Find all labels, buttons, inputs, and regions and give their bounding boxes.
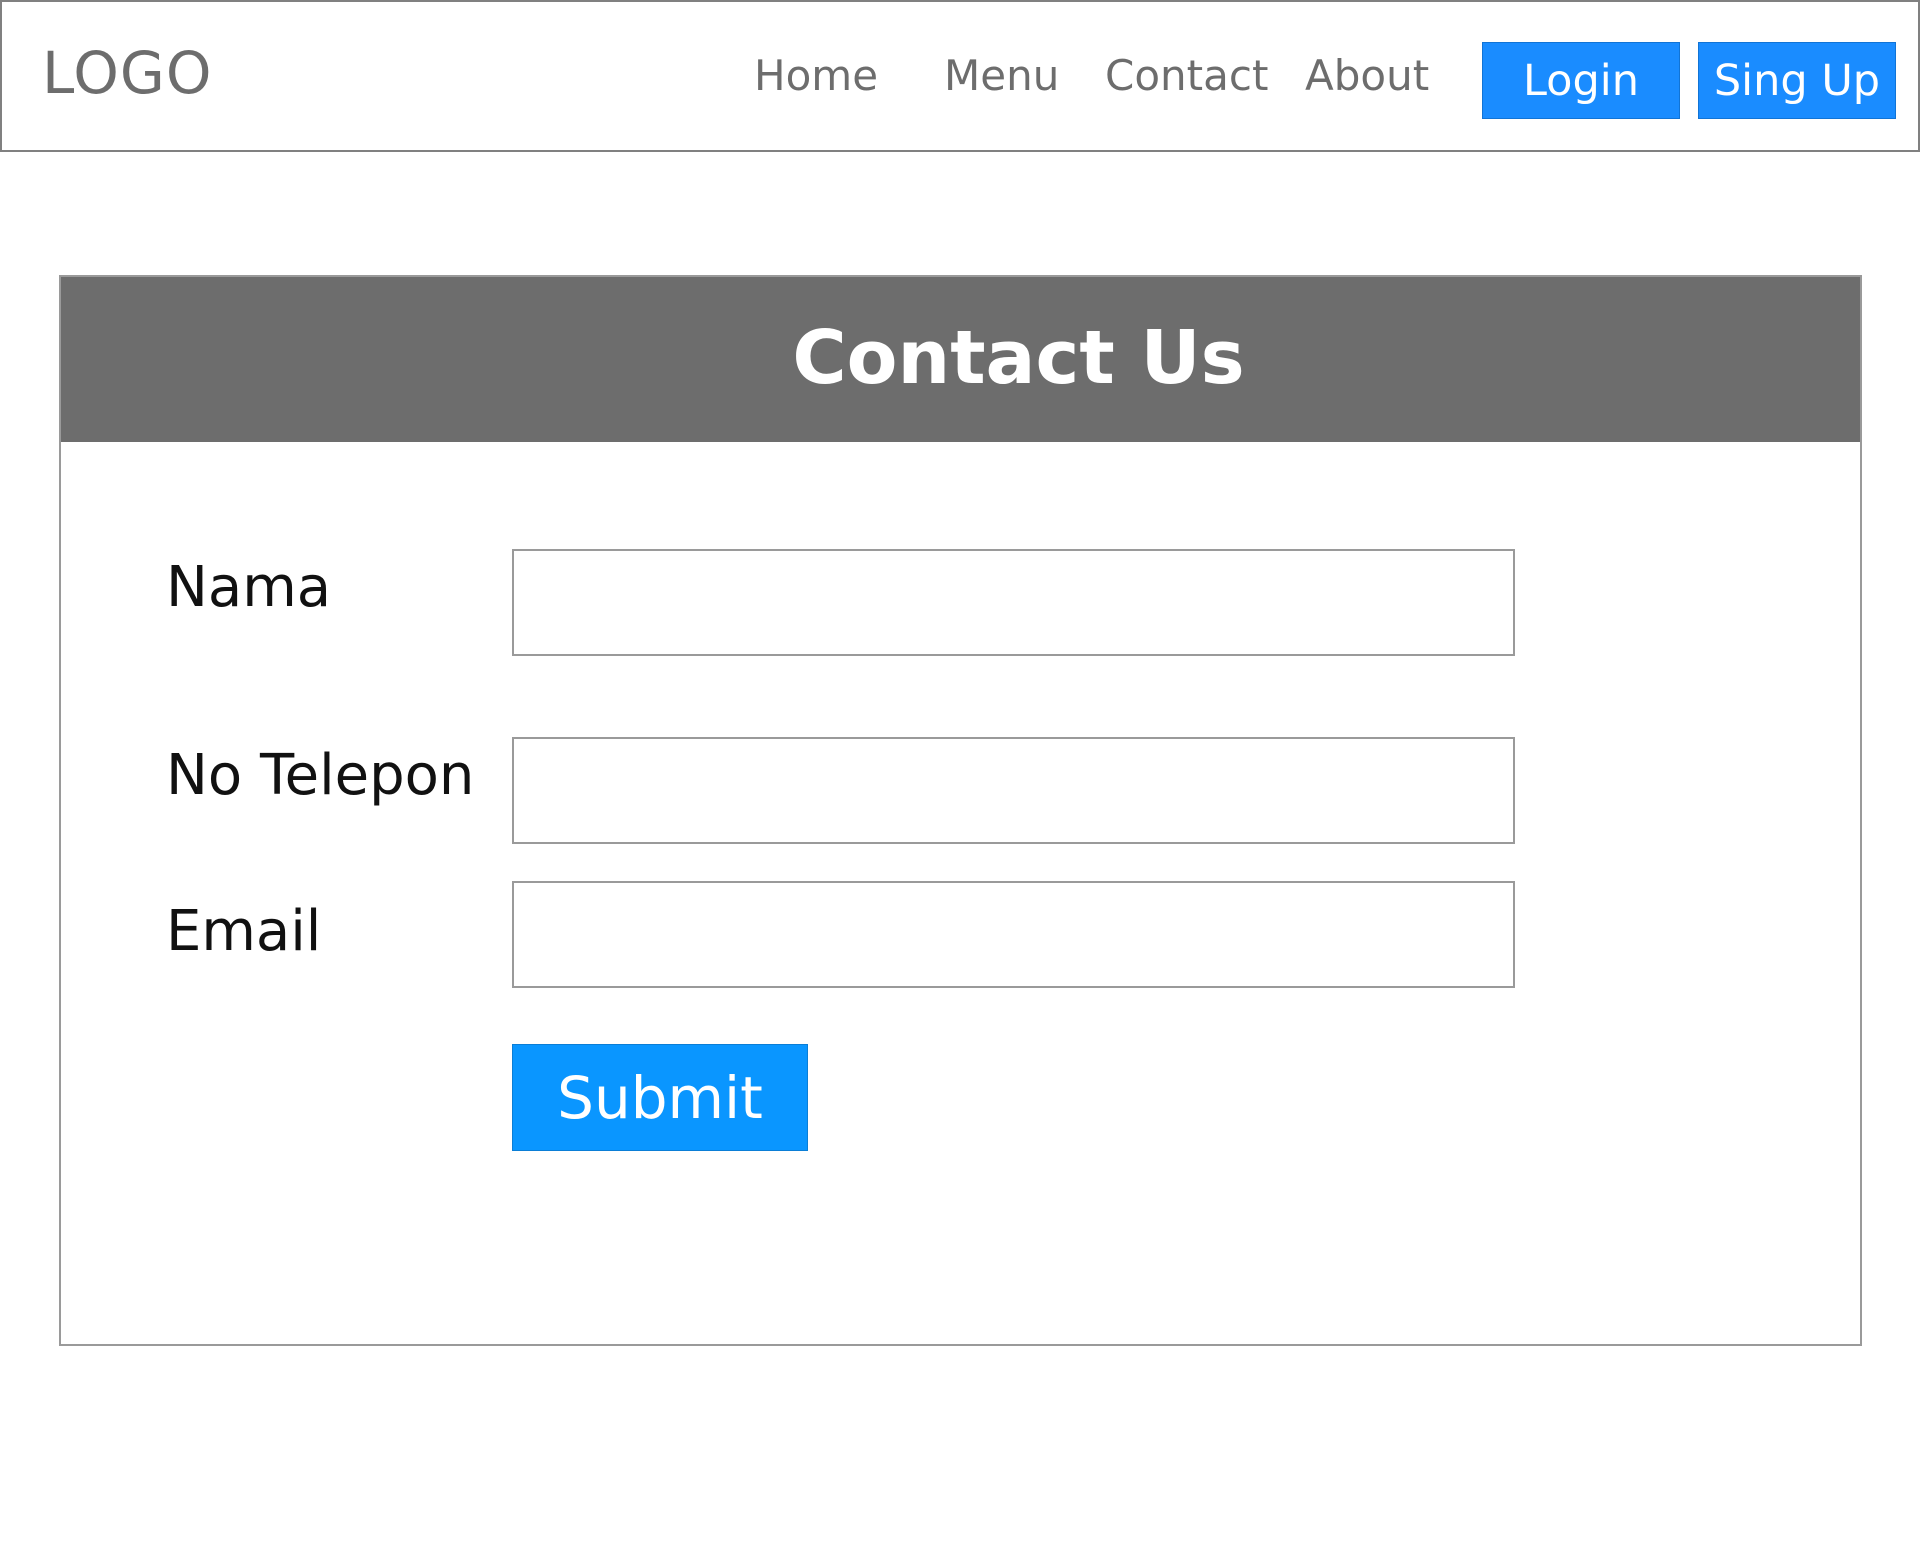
contact-form-header: Contact Us bbox=[61, 277, 1860, 442]
phone-input[interactable] bbox=[512, 737, 1515, 844]
name-input[interactable] bbox=[512, 549, 1515, 656]
page-title: Contact Us bbox=[792, 315, 1245, 401]
signup-button[interactable]: Sing Up bbox=[1698, 42, 1896, 119]
nav-link-contact[interactable]: Contact bbox=[1105, 55, 1268, 97]
phone-label: No Telepon bbox=[166, 743, 475, 808]
email-input[interactable] bbox=[512, 881, 1515, 988]
nav-link-about[interactable]: About bbox=[1305, 55, 1429, 97]
logo[interactable]: LOGO bbox=[42, 44, 213, 102]
contact-form-card: Contact Us Nama No Telepon Email Submit bbox=[59, 275, 1862, 1346]
email-label: Email bbox=[166, 899, 322, 964]
top-navbar: LOGO Home Menu Contact About Login Sing … bbox=[0, 0, 1920, 152]
submit-button[interactable]: Submit bbox=[512, 1044, 808, 1151]
name-label: Nama bbox=[166, 555, 332, 620]
nav-link-menu[interactable]: Menu bbox=[944, 55, 1059, 97]
nav-link-home[interactable]: Home bbox=[754, 55, 878, 97]
login-button[interactable]: Login bbox=[1482, 42, 1680, 119]
